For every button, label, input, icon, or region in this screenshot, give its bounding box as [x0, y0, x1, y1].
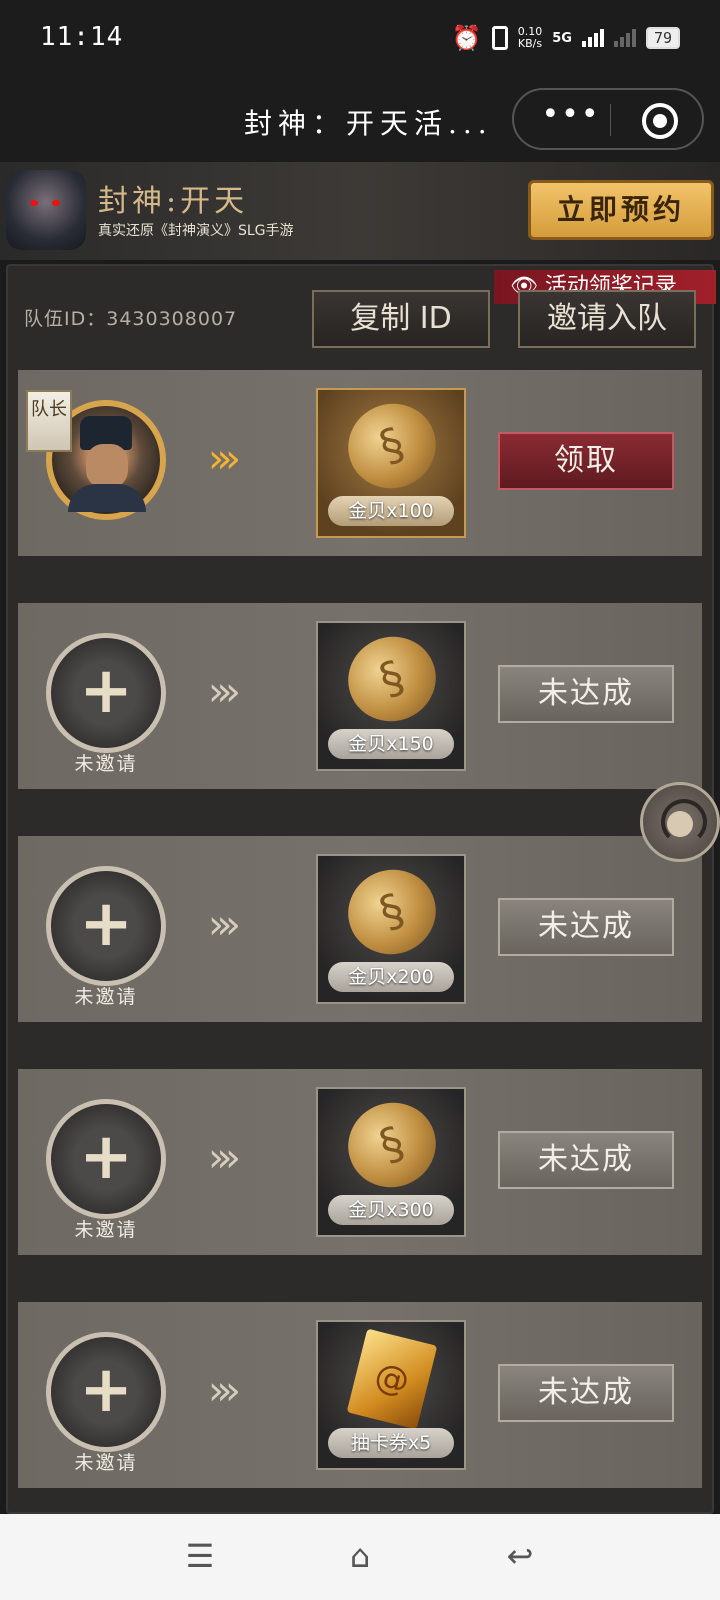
invite-slot[interactable]: +	[46, 866, 166, 986]
slot-status-label: 未邀请	[74, 753, 138, 775]
alarm-icon: ⏰	[451, 24, 482, 52]
reward-item: 金贝x100	[316, 388, 466, 538]
nav-bar: 封神：开天活... •••	[0, 80, 720, 162]
reward-item: 抽卡券x5	[316, 1320, 466, 1470]
add-icon: +	[79, 654, 133, 728]
reward-label: 金贝x200	[328, 962, 454, 992]
arrow-icon: »»	[208, 669, 241, 715]
system-nav-bar: ☰ ⌂ ↩	[0, 1514, 720, 1600]
reward-row: 队长 »» 金贝x100 领取	[18, 370, 702, 556]
gold-shell-icon	[336, 1090, 448, 1200]
gold-shell-icon	[336, 857, 448, 967]
arrow-icon: »»	[208, 902, 241, 948]
net-speed-unit: KB/s	[517, 37, 543, 50]
not-achieved-button[interactable]: 未达成	[498, 1364, 674, 1422]
invite-slot[interactable]: +	[46, 1332, 166, 1452]
reward-label: 金贝x150	[328, 729, 454, 759]
team-id: 队伍ID：3430308007	[24, 308, 238, 330]
reward-item: 金贝x200	[316, 854, 466, 1004]
status-time: 11:14	[40, 22, 124, 52]
invite-team-button[interactable]: 邀请入队	[518, 290, 696, 348]
reward-label: 金贝x300	[328, 1195, 454, 1225]
reward-item: 金贝x150	[316, 621, 466, 771]
claim-button[interactable]: 领取	[498, 432, 674, 490]
arrow-icon: »»	[208, 436, 241, 482]
home-icon[interactable]: ⌂	[340, 1536, 380, 1576]
add-icon: +	[79, 1120, 133, 1194]
invite-slot[interactable]: +	[46, 633, 166, 753]
network-label: 5G	[552, 30, 572, 46]
reserve-button[interactable]: 立即预约	[528, 180, 714, 240]
menu-icon[interactable]: ☰	[180, 1536, 220, 1576]
not-achieved-button[interactable]: 未达成	[498, 898, 674, 956]
customer-service-icon[interactable]	[640, 782, 720, 862]
battery-indicator: 79	[645, 27, 680, 49]
banner-subtitle: 真实还原《封神演义》SLG手游	[98, 223, 294, 239]
reward-row: + 未邀请 »» 金贝x300 未达成	[18, 1069, 702, 1255]
banner-title: 封神:开天	[98, 184, 249, 219]
signal-icon-2	[613, 29, 636, 47]
gold-shell-icon	[336, 391, 448, 501]
reward-label: 抽卡券x5	[328, 1428, 454, 1458]
slot-status-label: 未邀请	[74, 986, 138, 1008]
game-logo	[6, 170, 86, 250]
mini-program-capsule: •••	[512, 88, 704, 150]
back-icon[interactable]: ↩	[500, 1536, 540, 1576]
status-bar: 11:14 ⏰ 0.10 KB/s 5G 79	[0, 0, 720, 80]
net-speed: 0.10 KB/s	[518, 26, 543, 50]
draw-ticket-icon	[346, 1328, 438, 1430]
slot-status-label: 未邀请	[74, 1219, 138, 1241]
not-achieved-button[interactable]: 未达成	[498, 1131, 674, 1189]
game-banner: 封神:开天 真实还原《封神演义》SLG手游 立即预约	[0, 162, 720, 260]
reward-row: + 未邀请 »» 金贝x200 未达成	[18, 836, 702, 1022]
add-icon: +	[79, 887, 133, 961]
gold-shell-icon	[336, 624, 448, 734]
arrow-icon: »»	[208, 1368, 241, 1414]
leader-tag: 队长	[26, 390, 72, 452]
status-icons: ⏰ 0.10 KB/s 5G 79	[452, 24, 680, 52]
arrow-icon: »»	[208, 1135, 241, 1181]
page-title: 封神：开天活...	[244, 107, 493, 140]
capsule-divider	[610, 104, 611, 136]
close-target-icon[interactable]	[642, 103, 678, 139]
signal-icon	[581, 29, 604, 47]
copy-id-button[interactable]: 复制 ID	[312, 290, 490, 348]
add-icon: +	[79, 1353, 133, 1427]
reward-label: 金贝x100	[328, 496, 454, 526]
vibrate-icon	[491, 26, 508, 50]
invite-slot[interactable]: +	[46, 1099, 166, 1219]
slot-status-label: 未邀请	[74, 1452, 138, 1474]
more-icon[interactable]: •••	[536, 100, 606, 140]
reward-row: + 未邀请 »» 抽卡券x5 未达成	[18, 1302, 702, 1488]
reward-row: + 未邀请 »» 金贝x150 未达成	[18, 603, 702, 789]
not-achieved-button[interactable]: 未达成	[498, 665, 674, 723]
reward-item: 金贝x300	[316, 1087, 466, 1237]
